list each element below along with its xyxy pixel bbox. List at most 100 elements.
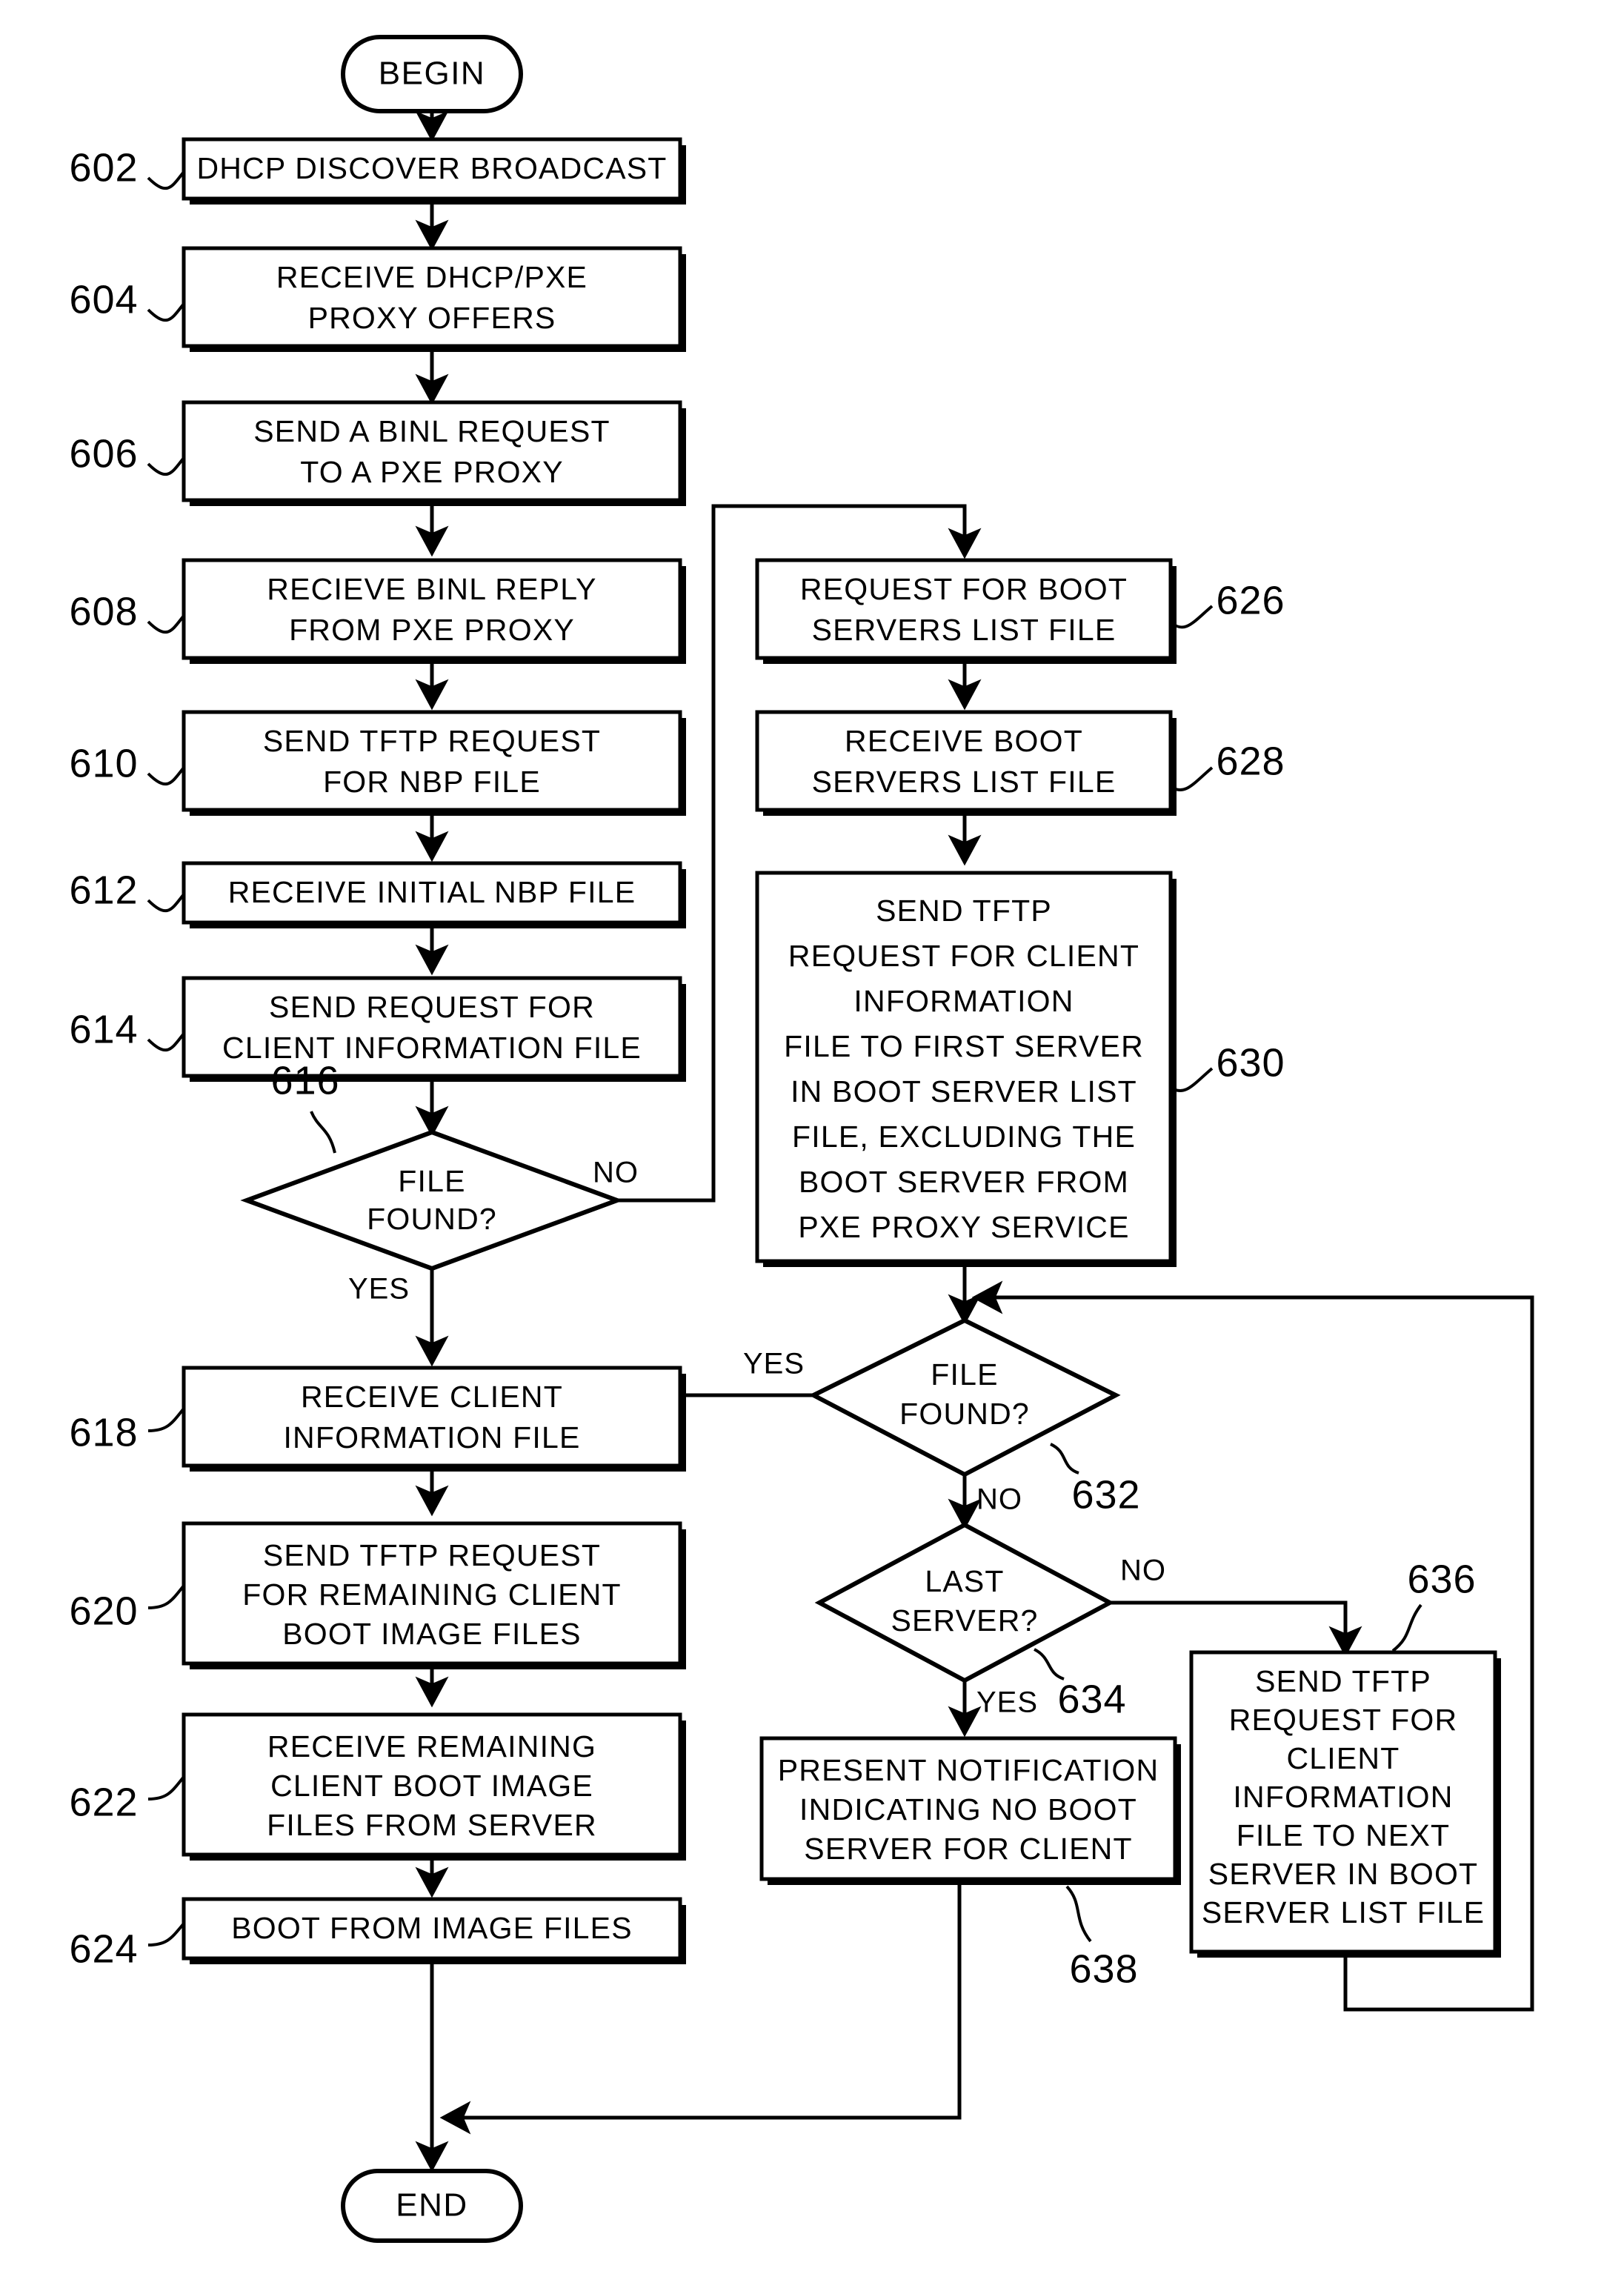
branch-label-616-yes: YES [348, 1273, 410, 1306]
ref-618-label: 618 [69, 1410, 138, 1454]
node-630-line-1: REQUEST FOR CLIENT [788, 939, 1139, 973]
node-618-line-1: INFORMATION FILE [283, 1420, 580, 1454]
ref-624-label: 624 [69, 1926, 138, 1971]
branch-label-634-no: NO [1120, 1555, 1166, 1587]
node-620: SEND TFTP REQUEST FOR REMAINING CLIENT B… [182, 1521, 686, 1669]
node-632-line-0: FILE [931, 1357, 998, 1392]
ref-602-label: 602 [69, 145, 138, 190]
node-618: RECEIVE CLIENT INFORMATION FILE [182, 1366, 686, 1472]
node-614-line-0: SEND REQUEST FOR [269, 990, 595, 1024]
ref-634: 634 [1034, 1648, 1126, 1721]
node-638-line-2: SERVER FOR CLIENT [804, 1832, 1132, 1866]
ref-608: 608 [69, 589, 185, 634]
node-636-line-4: FILE TO NEXT [1237, 1818, 1451, 1852]
ref-620-label: 620 [69, 1589, 138, 1633]
node-626-line-1: SERVERS LIST FILE [812, 613, 1116, 647]
ref-612-label: 612 [69, 868, 138, 912]
ref-606-label: 606 [69, 431, 138, 476]
node-636-line-0: SEND TFTP [1255, 1664, 1431, 1698]
node-630-line-7: PXE PROXY SERVICE [798, 1210, 1129, 1244]
node-630-line-5: FILE, EXCLUDING THE [792, 1120, 1136, 1154]
node-622-line-1: CLIENT BOOT IMAGE [270, 1769, 593, 1803]
ref-634-label: 634 [1057, 1677, 1126, 1721]
figure-sheet: BEGIN DHCP DISCOVER BROADCAST 602 RECEIV… [0, 0, 1624, 2294]
node-624-line-0: BOOT FROM IMAGE FILES [231, 1911, 633, 1945]
node-620-line-0: SEND TFTP REQUEST [263, 1538, 601, 1572]
ref-616: 616 [270, 1058, 339, 1154]
node-604-line-0: RECEIVE DHCP/PXE [276, 260, 588, 294]
ref-628-label: 628 [1216, 739, 1285, 783]
node-636-line-1: REQUEST FOR [1229, 1703, 1458, 1737]
node-604: RECEIVE DHCP/PXE PROXY OFFERS [182, 246, 686, 352]
node-634-line-0: LAST [925, 1564, 1004, 1598]
ref-636-label: 636 [1407, 1557, 1476, 1601]
node-620-line-2: BOOT IMAGE FILES [282, 1617, 581, 1651]
ref-604-label: 604 [69, 277, 138, 322]
ref-628: 628 [1169, 739, 1285, 792]
node-636-line-3: INFORMATION [1233, 1780, 1453, 1814]
terminator-end: END [341, 2169, 523, 2243]
node-606-line-0: SEND A BINL REQUEST [253, 414, 610, 448]
node-632: FILE FOUND? [808, 1317, 1121, 1477]
node-606: SEND A BINL REQUEST TO A PXE PROXY [182, 400, 686, 506]
node-634: LAST SERVER? [814, 1522, 1115, 1683]
node-622-line-2: FILES FROM SERVER [267, 1808, 597, 1842]
node-616-line-1: FOUND? [367, 1202, 497, 1236]
ref-638-label: 638 [1069, 1946, 1138, 1991]
node-628-line-1: SERVERS LIST FILE [812, 765, 1116, 799]
node-614: SEND REQUEST FOR CLIENT INFORMATION FILE [182, 976, 686, 1082]
node-630-line-6: BOOT SERVER FROM [799, 1165, 1129, 1199]
ref-610: 610 [69, 741, 185, 785]
ref-620: 620 [69, 1584, 185, 1633]
branch-label-632-no: NO [976, 1483, 1022, 1516]
edge-634no-636 [1110, 1600, 1362, 1658]
node-610-line-0: SEND TFTP REQUEST [263, 724, 601, 758]
ref-624: 624 [69, 1922, 185, 1971]
node-618-line-0: RECEIVE CLIENT [301, 1380, 563, 1414]
branch-label-632-yes: YES [743, 1348, 805, 1380]
node-626-line-0: REQUEST FOR BOOT [800, 572, 1128, 606]
node-636-line-2: CLIENT [1286, 1741, 1400, 1775]
node-636-line-5: SERVER IN BOOT [1208, 1857, 1479, 1891]
node-630-line-2: INFORMATION [853, 984, 1074, 1018]
node-602-line-0: DHCP DISCOVER BROADCAST [196, 151, 667, 185]
ref-632-label: 632 [1071, 1472, 1140, 1517]
terminator-end-label: END [396, 2187, 467, 2224]
branch-label-616-no: NO [593, 1157, 639, 1189]
node-630-line-4: IN BOOT SERVER LIST [791, 1074, 1137, 1108]
node-620-line-1: FOR REMAINING CLIENT [242, 1577, 621, 1612]
node-624: BOOT FROM IMAGE FILES [182, 1897, 686, 1964]
node-612-line-0: RECEIVE INITIAL NBP FILE [228, 875, 636, 909]
node-622: RECEIVE REMAINING CLIENT BOOT IMAGE FILE… [182, 1712, 686, 1861]
node-636: SEND TFTP REQUEST FOR CLIENT INFORMATION… [1189, 1650, 1501, 1958]
ref-602: 602 [69, 145, 185, 190]
ref-632: 632 [1050, 1443, 1140, 1517]
node-606-line-1: TO A PXE PROXY [300, 455, 564, 489]
node-622-line-0: RECEIVE REMAINING [267, 1729, 596, 1763]
ref-630: 630 [1169, 1040, 1285, 1093]
node-638-line-0: PRESENT NOTIFICATION [778, 1753, 1159, 1787]
ref-626: 626 [1169, 578, 1285, 629]
ref-622: 622 [69, 1775, 185, 1824]
node-608: RECIEVE BINL REPLY FROM PXE PROXY [182, 558, 686, 664]
node-610-line-1: FOR NBP FILE [323, 765, 541, 799]
flowchart-svg: BEGIN DHCP DISCOVER BROADCAST 602 RECEIV… [69, 35, 1534, 2243]
terminator-begin: BEGIN [341, 35, 523, 113]
node-638-line-1: INDICATING NO BOOT [799, 1792, 1137, 1826]
node-612: RECEIVE INITIAL NBP FILE [182, 861, 686, 928]
node-608-line-1: FROM PXE PROXY [289, 613, 575, 647]
ref-618: 618 [69, 1407, 185, 1454]
ref-608-label: 608 [69, 589, 138, 634]
node-638: PRESENT NOTIFICATION INDICATING NO BOOT … [759, 1736, 1181, 1885]
ref-614-label: 614 [69, 1007, 138, 1051]
node-628-line-0: RECEIVE BOOT [845, 724, 1083, 758]
ref-606: 606 [69, 431, 185, 476]
node-630: SEND TFTP REQUEST FOR CLIENT INFORMATION… [755, 871, 1177, 1267]
node-628: RECEIVE BOOT SERVERS LIST FILE [755, 710, 1177, 816]
node-626: REQUEST FOR BOOT SERVERS LIST FILE [755, 558, 1177, 664]
node-630-line-0: SEND TFTP [876, 894, 1052, 928]
node-616-line-0: FILE [398, 1164, 465, 1198]
ref-616-label: 616 [270, 1058, 339, 1103]
branch-label-634-yes: YES [976, 1686, 1038, 1719]
ref-630-label: 630 [1216, 1040, 1285, 1085]
